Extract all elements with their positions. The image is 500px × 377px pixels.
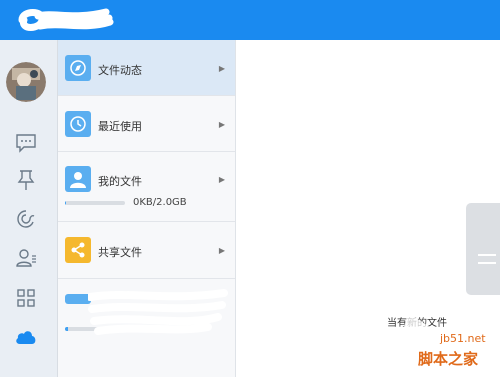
storage-quota-fill	[65, 201, 67, 205]
watermark-name: 脚本之家	[418, 350, 479, 368]
redacted-logo	[18, 8, 114, 31]
clock-icon	[65, 111, 91, 137]
panel-item-label: 我的文件	[98, 175, 142, 188]
panel-item-recent[interactable]: 最近使用 ▶	[58, 96, 235, 152]
storage-quota-text: 0KB/2.0GB	[133, 197, 187, 208]
chevron-right-icon: ▶	[218, 64, 225, 73]
compass-icon	[65, 55, 91, 81]
file-panel: 文件动态 ▶ 最近使用 ▶ 我的文件 ▶ 0KB/2.0GB 共享文件 ▶	[58, 40, 236, 377]
chevron-right-icon: ▶	[218, 246, 225, 255]
apps-icon[interactable]	[13, 285, 39, 311]
left-rail	[0, 40, 58, 377]
panel-item-shared-files[interactable]: 共享文件 ▶	[58, 222, 235, 279]
redaction-scribble	[88, 289, 228, 335]
share-icon	[65, 237, 91, 263]
chevron-right-icon: ▶	[218, 175, 225, 184]
chevron-right-icon: ▶	[218, 120, 225, 129]
contacts-icon[interactable]	[13, 245, 39, 271]
panel-item-label: 最近使用	[98, 120, 142, 133]
call-icon[interactable]	[13, 206, 39, 232]
avatar[interactable]	[6, 62, 46, 102]
cloud-icon[interactable]	[13, 324, 39, 350]
title-bar	[0, 0, 500, 40]
user-icon	[65, 166, 91, 192]
panel-item-label: 共享文件	[98, 246, 142, 259]
pin-icon[interactable]	[13, 167, 39, 193]
panel-item-redacted[interactable]	[58, 279, 235, 377]
panel-item-label: 文件动态	[98, 64, 142, 77]
message-icon[interactable]	[13, 130, 39, 156]
watermark-site: jb51.net	[440, 332, 486, 345]
panel-item-file-activity[interactable]: 文件动态 ▶	[58, 40, 235, 96]
panel-item-my-files[interactable]: 我的文件 ▶ 0KB/2.0GB	[58, 152, 235, 222]
storage-quota-bar	[65, 201, 125, 205]
side-expand-handle[interactable]	[466, 203, 500, 295]
